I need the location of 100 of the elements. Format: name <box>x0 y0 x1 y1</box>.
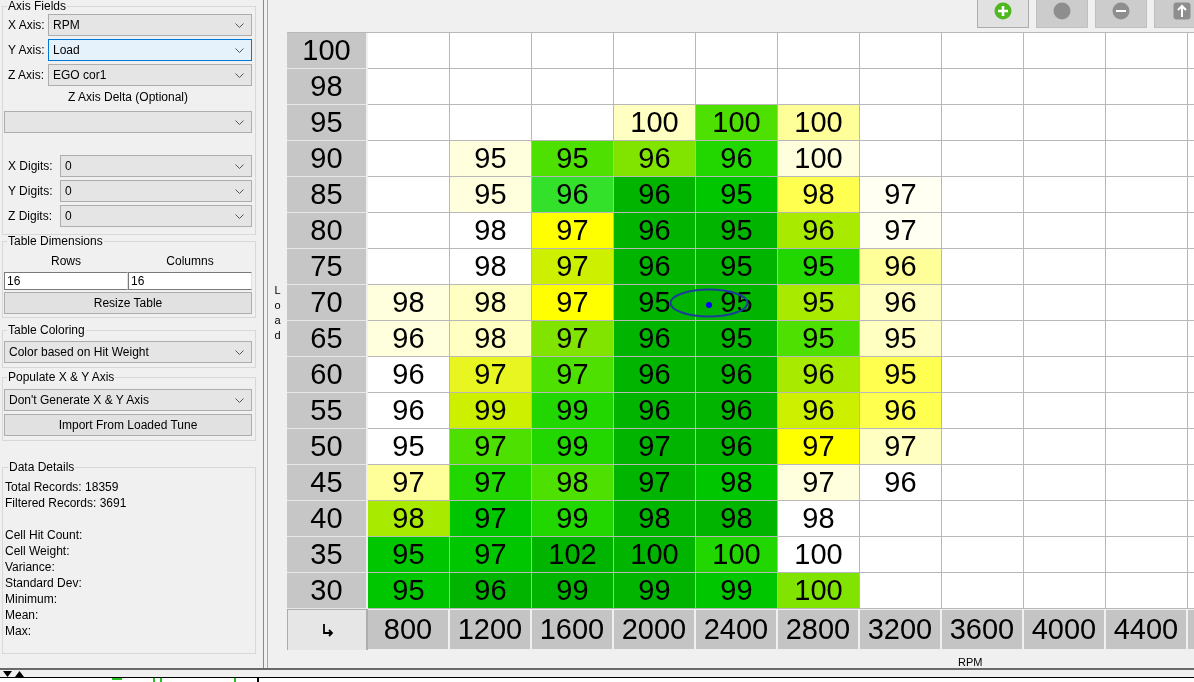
table-cell: 97 <box>860 177 942 213</box>
chevron-down-icon <box>235 119 244 125</box>
triangle-up-icon[interactable] <box>15 670 24 677</box>
axis-dropdown[interactable]: RPM <box>48 14 252 36</box>
table-cell: 95 <box>368 429 450 465</box>
table-cell: 98 <box>778 501 860 537</box>
column-header: 4000 <box>1024 609 1106 650</box>
table-cell: 98 <box>614 501 696 537</box>
row-header: 30 <box>287 573 368 609</box>
table-cell: 97 <box>450 537 532 573</box>
table-cell: 99 <box>450 393 532 429</box>
table-cell: 95 <box>614 285 696 321</box>
table-cell: 95 <box>450 141 532 177</box>
populate-dropdown[interactable]: Don't Generate X & Y Axis <box>4 389 252 411</box>
delta-dropdown[interactable] <box>4 111 252 133</box>
table-cell: 95 <box>368 573 450 609</box>
table-cell: 98 <box>696 501 778 537</box>
table-cell: 96 <box>860 285 942 321</box>
table-cell: 98 <box>450 249 532 285</box>
table-cell: 96 <box>368 393 450 429</box>
cell-stat-label: Cell Weight: <box>5 543 71 559</box>
axis-dropdown[interactable]: Load <box>48 39 252 61</box>
table-cell: 96 <box>696 429 778 465</box>
table-cell: 98 <box>368 501 450 537</box>
table-cell: 97 <box>532 357 614 393</box>
table-cell: 96 <box>778 213 860 249</box>
table-cell: 97 <box>368 465 450 501</box>
table-cell: 98 <box>778 177 860 213</box>
column-header: 2400 <box>696 609 778 650</box>
digits-dropdown[interactable]: 0 <box>60 205 252 227</box>
table-cell: 96 <box>860 465 942 501</box>
table-cell: 95 <box>860 321 942 357</box>
table-cell: 100 <box>778 537 860 573</box>
field-label: Rows <box>51 254 81 268</box>
table-cell: 99 <box>696 573 778 609</box>
table-cell: 97 <box>532 213 614 249</box>
triangle-down-icon[interactable] <box>3 670 12 677</box>
table-cell: 98 <box>450 285 532 321</box>
group-title: Axis Fields <box>7 0 67 13</box>
cell-stat-label: Minimum: <box>5 591 58 607</box>
table-cell: 97 <box>532 321 614 357</box>
table-cell: 97 <box>532 249 614 285</box>
table-cell: 96 <box>614 321 696 357</box>
table-cell: 96 <box>614 213 696 249</box>
column-header: 3200 <box>860 609 942 650</box>
row-header: 40 <box>287 501 368 537</box>
axis-dropdown[interactable]: EGO cor1 <box>48 64 252 86</box>
group-title: Table Dimensions <box>7 235 104 248</box>
columns-input[interactable]: 16 <box>128 272 252 290</box>
table-cell: 96 <box>368 357 450 393</box>
minus-circle-icon <box>1112 2 1130 20</box>
row-header: 50 <box>287 429 368 465</box>
table-cell: 96 <box>778 357 860 393</box>
cell-stat-label: Standard Dev: <box>5 575 83 591</box>
table-cell: 100 <box>778 141 860 177</box>
table-cell: 95 <box>696 249 778 285</box>
table-cell: 100 <box>696 537 778 573</box>
table-cell: 95 <box>778 285 860 321</box>
group-title: Data Details <box>8 461 76 474</box>
column-header: 800 <box>368 609 450 650</box>
digits-dropdown[interactable]: 0 <box>60 180 252 202</box>
table-cell: 97 <box>450 429 532 465</box>
row-header: 85 <box>287 177 368 213</box>
field-label: Y Axis: <box>7 43 46 57</box>
table-cell: 99 <box>532 501 614 537</box>
chevron-down-icon <box>235 188 244 194</box>
column-header: 3600 <box>942 609 1024 650</box>
table-cell: 97 <box>860 213 942 249</box>
table-cell: 97 <box>450 357 532 393</box>
chevron-down-icon <box>235 349 244 355</box>
axis-label: RPM <box>958 656 983 668</box>
plus-circle-icon <box>994 2 1012 20</box>
table-cell: 96 <box>696 141 778 177</box>
row-header: 35 <box>287 537 368 573</box>
field-label: X Digits: <box>7 159 54 173</box>
chevron-down-icon <box>235 397 244 403</box>
table-cell: 95 <box>778 249 860 285</box>
table-cell: 100 <box>778 573 860 609</box>
table-cell: 100 <box>778 105 860 141</box>
table-cell: 97 <box>614 465 696 501</box>
table-cell: 98 <box>450 213 532 249</box>
rows-input[interactable]: 16 <box>4 272 128 290</box>
digits-dropdown[interactable]: 0 <box>60 155 252 177</box>
table-cell: 96 <box>614 141 696 177</box>
resize-table-button[interactable]: Resize Table <box>4 292 252 314</box>
table-cell: 97 <box>860 429 942 465</box>
table-cell: 96 <box>696 357 778 393</box>
table-cell: 99 <box>614 573 696 609</box>
coloring-dropdown[interactable]: Color based on Hit Weight <box>4 341 252 363</box>
table-cell: 95 <box>696 177 778 213</box>
table-cell: 98 <box>696 465 778 501</box>
cell-stat-label: Mean: <box>5 607 40 623</box>
axis-label: Load <box>273 283 282 343</box>
toolbar-button[interactable] <box>977 0 1029 28</box>
record-count-text: Total Records: 18359 <box>5 479 120 495</box>
field-label: X Axis: <box>7 18 46 32</box>
import-button[interactable]: Import From Loaded Tune <box>4 414 252 436</box>
field-label: Z Digits: <box>7 209 53 223</box>
table-cell: 100 <box>696 105 778 141</box>
table-cell: 99 <box>532 429 614 465</box>
